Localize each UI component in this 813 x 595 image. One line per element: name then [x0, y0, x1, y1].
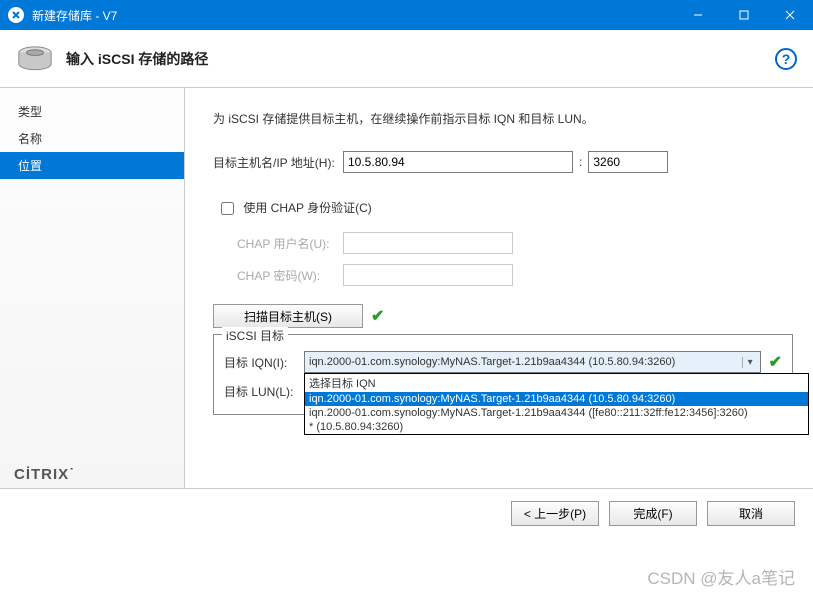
main-panel: 为 iSCSI 存储提供目标主机，在继续操作前指示目标 IQN 和目标 LUN。…	[185, 88, 813, 488]
chap-pass-input	[343, 264, 513, 286]
port-input[interactable]	[588, 151, 668, 173]
iqn-option[interactable]: iqn.2000-01.com.synology:MyNAS.Target-1.…	[305, 392, 808, 406]
iqn-dropdown-list: 选择目标 IQN iqn.2000-01.com.synology:MyNAS.…	[304, 373, 809, 435]
brand-logo: CİTRIX˙	[14, 466, 75, 483]
sidebar: 类型 名称 位置	[0, 88, 185, 488]
sidebar-item-name[interactable]: 名称	[0, 125, 184, 152]
cancel-button[interactable]: 取消	[707, 501, 795, 526]
chap-user-input	[343, 232, 513, 254]
chap-user-label: CHAP 用户名(U):	[213, 235, 343, 252]
host-label: 目标主机名/IP 地址(H):	[213, 154, 343, 171]
iqn-option[interactable]: * (10.5.80.94:3260)	[305, 420, 808, 434]
chap-pass-label: CHAP 密码(W):	[213, 267, 343, 284]
iqn-label: 目标 IQN(I):	[224, 354, 304, 371]
finish-button[interactable]: 完成(F)	[609, 501, 697, 526]
close-button[interactable]	[767, 0, 813, 30]
window-title: 新建存储库 - V7	[32, 7, 675, 24]
sidebar-item-location[interactable]: 位置	[0, 152, 184, 179]
chap-checkbox[interactable]	[221, 202, 234, 215]
check-icon: ✔	[769, 352, 782, 372]
back-button[interactable]: < 上一步(P)	[511, 501, 599, 526]
maximize-button[interactable]	[721, 0, 767, 30]
iqn-option[interactable]: iqn.2000-01.com.synology:MyNAS.Target-1.…	[305, 406, 808, 420]
chevron-down-icon: ▾	[742, 357, 758, 368]
sidebar-item-type[interactable]: 类型	[0, 98, 184, 125]
lun-label: 目标 LUN(L):	[224, 383, 304, 400]
app-icon	[8, 7, 24, 23]
footer: < 上一步(P) 完成(F) 取消	[0, 488, 813, 538]
chap-checkbox-label[interactable]: 使用 CHAP 身份验证(C)	[217, 201, 372, 215]
titlebar: 新建存储库 - V7	[0, 0, 813, 30]
minimize-button[interactable]	[675, 0, 721, 30]
storage-icon	[16, 45, 54, 73]
iqn-dropdown[interactable]: iqn.2000-01.com.synology:MyNAS.Target-1.…	[304, 351, 761, 373]
check-icon: ✔	[371, 306, 384, 326]
host-input[interactable]	[343, 151, 573, 173]
scan-button[interactable]: 扫描目标主机(S)	[213, 304, 363, 328]
help-icon[interactable]: ?	[775, 48, 797, 70]
page-title: 输入 iSCSI 存储的路径	[66, 49, 775, 69]
fieldset-legend: iSCSI 目标	[222, 327, 288, 344]
intro-text: 为 iSCSI 存储提供目标主机，在继续操作前指示目标 IQN 和目标 LUN。	[213, 110, 793, 127]
port-separator: :	[579, 155, 582, 169]
iqn-selected-text: iqn.2000-01.com.synology:MyNAS.Target-1.…	[309, 356, 675, 368]
iqn-option[interactable]: 选择目标 IQN	[305, 374, 808, 392]
watermark: CSDN @友人a笔记	[647, 564, 795, 589]
wizard-header: 输入 iSCSI 存储的路径 ?	[0, 30, 813, 88]
iscsi-target-fieldset: iSCSI 目标 目标 IQN(I): iqn.2000-01.com.syno…	[213, 334, 793, 415]
